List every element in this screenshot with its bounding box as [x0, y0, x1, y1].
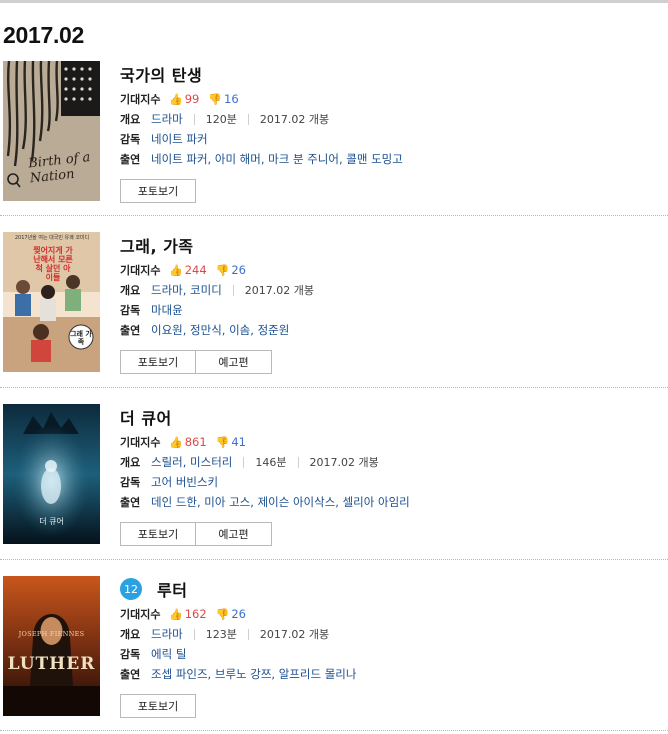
cast-links[interactable]: 조셉 파인즈, 브루노 강쯔, 알프리드 몰리나: [151, 666, 356, 682]
cast-label: 출연: [120, 324, 141, 337]
month-heading: 2017.02: [3, 22, 85, 48]
divider: [0, 730, 668, 731]
poster-tagline: 2017년을 여는 대국민 유쾌 코미디: [14, 235, 90, 241]
movie-poster[interactable]: 2017년을 여는 대국민 유쾌 코미디 찢어지게 가난해서 모른 척 살던 아…: [3, 232, 100, 372]
thumbs-up-icon: 👍: [169, 435, 183, 449]
movie-poster[interactable]: Birth of a Nation: [3, 61, 100, 201]
thumbs-down-icon: 👎: [215, 607, 230, 621]
director-link[interactable]: 에릭 틸: [151, 646, 186, 662]
summary-label: 개요: [120, 628, 141, 641]
divider: [0, 559, 668, 560]
expect-label: 기대지수: [120, 436, 161, 449]
photo-button[interactable]: 포토보기: [120, 179, 196, 203]
runtime: 123분: [205, 628, 237, 641]
genre-link[interactable]: 드라마, 코미디: [151, 282, 222, 298]
cast-label: 출연: [120, 668, 141, 681]
movie-title[interactable]: 그래, 가족: [120, 233, 194, 257]
expect-label: 기대지수: [120, 93, 161, 106]
thumbs-down-icon: 👎: [208, 92, 223, 106]
movie-title[interactable]: 국가의 탄생: [120, 62, 202, 86]
photo-button[interactable]: 포토보기: [120, 522, 196, 546]
summary-label: 개요: [120, 113, 141, 126]
top-rule: [0, 0, 668, 3]
genre-link[interactable]: 드라마: [151, 626, 183, 642]
release-date: 2017.02 개봉: [244, 284, 315, 297]
dislike-count[interactable]: 👎 41: [216, 435, 246, 449]
poster-title-text: 더 큐어: [39, 517, 64, 526]
poster-title-text: 그래 가족: [70, 330, 92, 346]
release-date: 2017.02 개봉: [309, 456, 379, 469]
director-label: 감독: [120, 476, 141, 489]
runtime: 146분: [255, 456, 287, 469]
thumbs-down-icon: 👎: [215, 263, 230, 277]
separator: [247, 113, 249, 125]
thumbs-up-icon: 👍: [169, 263, 183, 277]
divider: [0, 387, 668, 388]
separator: [243, 456, 245, 468]
movie-poster[interactable]: JOSEPH FIENNES LUTHER: [3, 576, 100, 716]
cast-label: 출연: [120, 153, 141, 166]
dislike-count[interactable]: 👎 16: [208, 92, 238, 106]
thumbs-down-icon: 👎: [215, 435, 230, 449]
director-link[interactable]: 고어 버빈스키: [151, 474, 218, 490]
dislike-count[interactable]: 👎 26: [216, 263, 246, 277]
expect-label: 기대지수: [120, 608, 161, 621]
summary-label: 개요: [120, 284, 141, 297]
divider: [0, 215, 668, 216]
separator: [232, 284, 234, 296]
separator: [297, 456, 299, 468]
dislike-count[interactable]: 👎 26: [216, 607, 246, 621]
release-date: 2017.02 개봉: [259, 628, 330, 641]
thumbs-up-icon: 👍: [169, 607, 183, 621]
cast-links[interactable]: 데인 드한, 미아 고스, 제이슨 아이삭스, 셀리아 아임리: [151, 494, 410, 510]
cast-label: 출연: [120, 496, 141, 509]
like-count[interactable]: 👍 162: [169, 607, 207, 621]
director-label: 감독: [120, 648, 141, 661]
separator: [193, 113, 195, 125]
separator: [193, 628, 195, 640]
movie-title[interactable]: 루터: [157, 577, 187, 601]
director-link[interactable]: 네이트 파커: [151, 131, 208, 147]
movie-title[interactable]: 더 큐어: [120, 405, 172, 429]
poster-title-text: LUTHER: [7, 654, 96, 674]
cast-links[interactable]: 이요원, 정만식, 이솜, 정준원: [151, 322, 289, 338]
like-count[interactable]: 👍 244: [169, 263, 207, 277]
release-date: 2017.02 개봉: [259, 113, 330, 126]
movie-poster[interactable]: 더 큐어: [3, 404, 100, 544]
cast-links[interactable]: 네이트 파커, 아미 해머, 마크 분 주니어, 콜맨 도밍고: [151, 151, 403, 167]
genre-link[interactable]: 드라마: [151, 111, 183, 127]
age-rating-badge: 12: [120, 578, 142, 600]
genre-link[interactable]: 스릴러, 미스터리: [151, 454, 232, 470]
summary-label: 개요: [120, 456, 141, 469]
trailer-button[interactable]: 예고편: [196, 350, 272, 374]
director-link[interactable]: 마대윤: [151, 302, 183, 318]
poster-headline: 찢어지게 가난해서 모른 척 살던 아이들: [33, 246, 73, 282]
separator: [247, 628, 249, 640]
photo-button[interactable]: 포토보기: [120, 694, 196, 718]
trailer-button[interactable]: 예고편: [196, 522, 272, 546]
photo-button[interactable]: 포토보기: [120, 350, 196, 374]
thumbs-up-icon: 👍: [169, 92, 183, 106]
runtime: 120분: [205, 113, 237, 126]
like-count[interactable]: 👍 861: [169, 435, 207, 449]
like-count[interactable]: 👍 99: [169, 92, 199, 106]
director-label: 감독: [120, 133, 141, 146]
director-label: 감독: [120, 304, 141, 317]
expect-label: 기대지수: [120, 264, 161, 277]
poster-actor-text: JOSEPH FIENNES: [18, 630, 85, 638]
